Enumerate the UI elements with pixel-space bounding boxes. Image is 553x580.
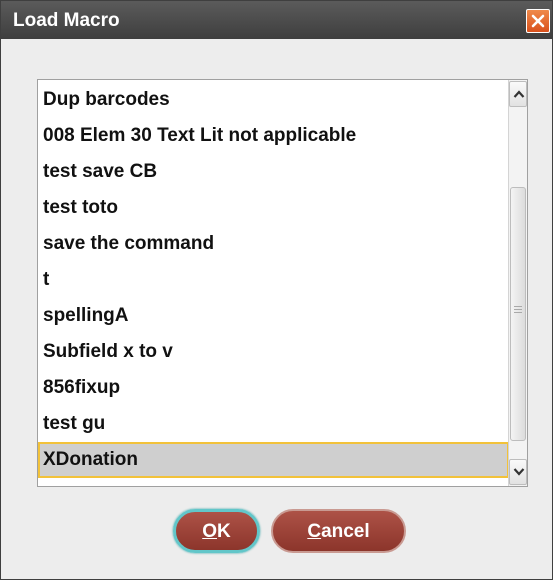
list-item[interactable]: test toto [38, 190, 509, 226]
list-item[interactable]: 856fixup [38, 370, 509, 406]
close-x-icon [531, 14, 545, 28]
grip-icon [514, 306, 522, 314]
list-item[interactable]: Dup barcodes [38, 82, 509, 118]
chevron-up-icon [513, 90, 525, 98]
list-item[interactable]: Subfield x to v [38, 334, 509, 370]
cancel-mnemonic: C [307, 521, 322, 542]
scroll-thumb[interactable] [510, 187, 526, 441]
cancel-button[interactable]: Cancel [271, 509, 406, 553]
cancel-label: ancel [321, 521, 370, 542]
chevron-down-icon [513, 468, 525, 476]
vertical-scrollbar[interactable] [508, 80, 527, 486]
list-item[interactable]: spellingA [38, 298, 509, 334]
ok-mnemonic: O [202, 521, 218, 542]
list-item[interactable]: test gu [38, 406, 509, 442]
ok-button[interactable]: OK [173, 509, 260, 553]
list-item[interactable]: t [38, 262, 509, 298]
macro-listbox[interactable]: Dup barcodes 008 Elem 30 Text Lit not ap… [37, 79, 528, 487]
dialog-title: Load Macro [13, 10, 120, 31]
list-item[interactable]: test save CB [38, 154, 509, 190]
load-macro-dialog: Load Macro Dup barcodes 008 Elem 30 Text… [0, 0, 553, 580]
macro-list: Dup barcodes 008 Elem 30 Text Lit not ap… [38, 80, 509, 486]
close-button[interactable] [526, 9, 550, 33]
scroll-up-button[interactable] [509, 81, 527, 107]
list-item[interactable]: 008 Elem 30 Text Lit not applicable [38, 118, 509, 154]
list-item[interactable]: save the command [38, 226, 509, 262]
ok-label: K [217, 521, 231, 542]
title-bar[interactable]: Load Macro [1, 1, 552, 39]
scroll-down-button[interactable] [509, 459, 527, 485]
list-item-selected[interactable]: XDonation [38, 442, 509, 478]
